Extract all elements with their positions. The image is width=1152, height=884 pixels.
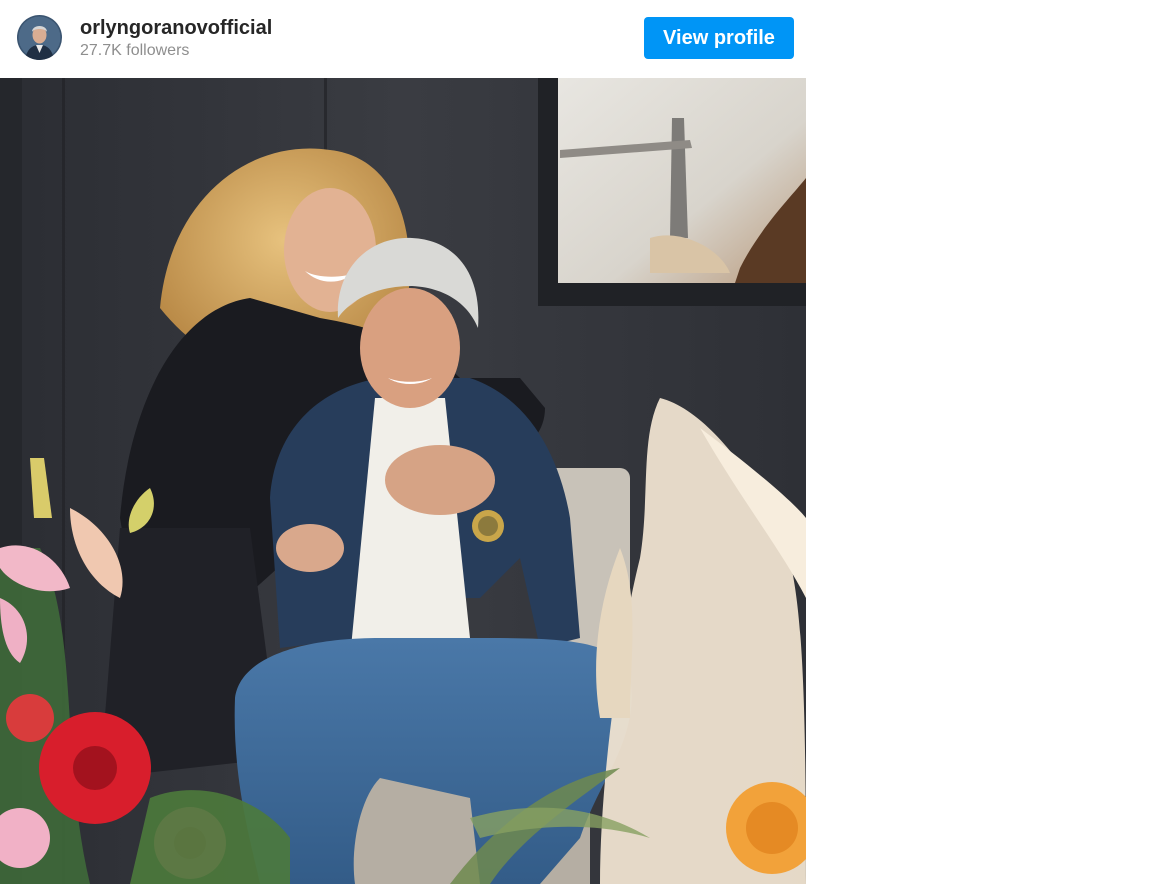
post-image[interactable] <box>0 78 806 884</box>
profile-avatar[interactable] <box>17 15 62 60</box>
view-profile-button[interactable]: View profile <box>644 17 794 59</box>
user-info: orlyngoranovofficial 27.7K followers <box>80 16 272 61</box>
username-link[interactable]: orlyngoranovofficial <box>80 16 272 40</box>
instagram-embed: orlyngoranovofficial 27.7K followers Vie… <box>0 0 806 884</box>
embed-header: orlyngoranovofficial 27.7K followers Vie… <box>0 0 806 78</box>
followers-count: 27.7K followers <box>80 42 190 59</box>
photo-icon <box>0 78 806 884</box>
avatar-photo-icon <box>17 15 62 60</box>
